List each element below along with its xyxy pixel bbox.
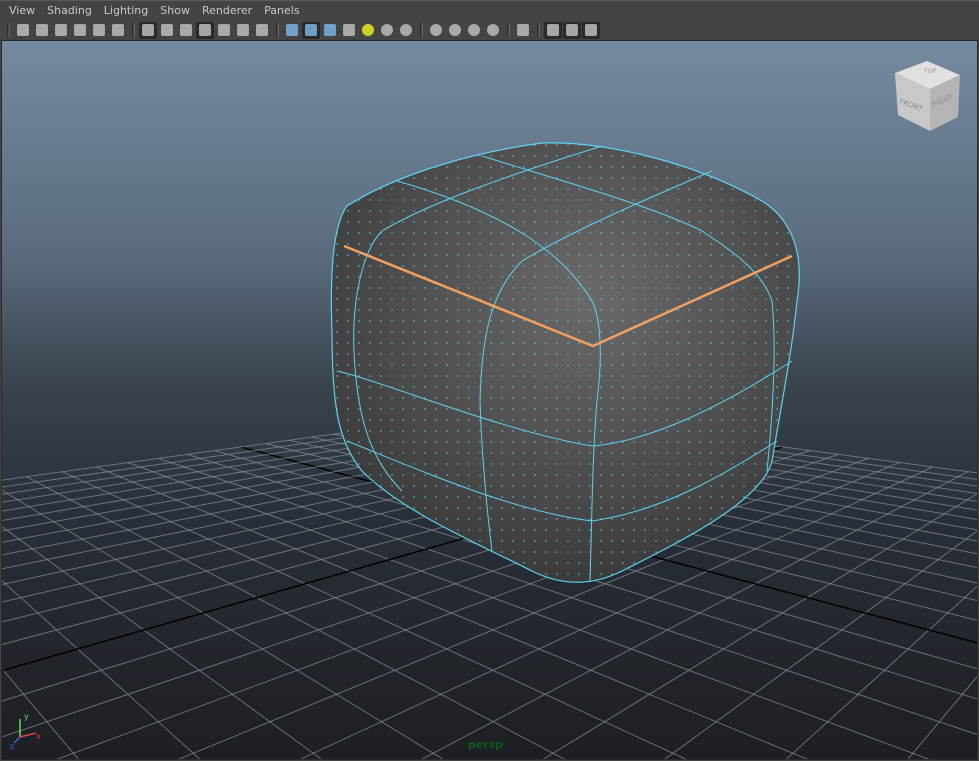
select-camera-button[interactable] xyxy=(14,22,32,39)
menu-show[interactable]: Show xyxy=(155,4,195,17)
multisample-aa-button[interactable] xyxy=(446,22,464,39)
viewcube-top-label: TOP xyxy=(923,68,936,75)
textured-icon xyxy=(343,24,355,36)
bookmarks-icon xyxy=(55,24,67,36)
menu-renderer[interactable]: Renderer xyxy=(197,4,257,17)
toolbar-separator xyxy=(276,23,279,37)
xray-active-components-button[interactable] xyxy=(563,21,581,39)
axis-indicator: y x z xyxy=(10,712,41,749)
motion-blur-icon xyxy=(430,24,442,36)
camera-attributes-icon xyxy=(36,24,48,36)
grease-pencil-button[interactable] xyxy=(109,22,127,39)
xray-joints-button[interactable] xyxy=(582,21,600,39)
isolate-select-button[interactable] xyxy=(514,22,532,39)
3d-viewport[interactable]: TOP FRONT RIGHT y x z persp xyxy=(1,40,978,760)
scene xyxy=(2,142,977,759)
grid-line xyxy=(2,489,444,759)
screen-space-ao-button[interactable] xyxy=(397,22,415,39)
resolution-gate-icon xyxy=(180,24,192,36)
toolbar-separator xyxy=(420,23,423,37)
safe-title-icon xyxy=(256,24,268,36)
xray-icon xyxy=(547,24,559,36)
field-chart-icon xyxy=(218,24,230,36)
screen-space-ao-icon xyxy=(400,24,412,36)
toolbar-separator xyxy=(132,23,135,37)
xray-active-components-icon xyxy=(566,24,578,36)
menu-bar: View Shading Lighting Show Renderer Panels xyxy=(0,0,979,20)
toolbar-separator xyxy=(507,23,510,37)
shadows-button[interactable] xyxy=(378,22,396,39)
hardware-fog-icon xyxy=(487,24,499,36)
use-all-lights-button[interactable] xyxy=(359,22,377,39)
wireframe-icon xyxy=(286,24,298,36)
grid-icon xyxy=(142,24,154,36)
smooth-shade-icon xyxy=(305,24,317,36)
film-gate-icon xyxy=(161,24,173,36)
toolbar-separator xyxy=(7,23,10,37)
grid-button[interactable] xyxy=(139,21,157,39)
grid-line xyxy=(907,676,977,759)
image-plane-icon xyxy=(74,24,86,36)
xray-button[interactable] xyxy=(544,21,562,39)
2d-pan-zoom-button[interactable] xyxy=(90,22,108,39)
shadows-icon xyxy=(381,24,393,36)
camera-name-label: persp xyxy=(468,738,504,751)
toolbar-separator xyxy=(537,23,540,37)
menu-shading[interactable]: Shading xyxy=(42,4,97,17)
bookmarks-button[interactable] xyxy=(52,22,70,39)
menu-panels[interactable]: Panels xyxy=(259,4,304,17)
gate-mask-icon xyxy=(199,24,211,36)
isolate-select-icon xyxy=(517,24,529,36)
camera-attributes-button[interactable] xyxy=(33,22,51,39)
smooth-shade-button[interactable] xyxy=(302,21,320,39)
use-all-lights-icon xyxy=(362,24,374,36)
select-camera-icon xyxy=(17,24,29,36)
multisample-aa-icon xyxy=(449,24,461,36)
wireframe-on-shaded-icon xyxy=(324,24,336,36)
menu-lighting[interactable]: Lighting xyxy=(99,4,153,17)
depth-of-field-button[interactable] xyxy=(465,22,483,39)
grid-line xyxy=(2,526,322,759)
grid-line xyxy=(785,585,977,759)
resolution-gate-button[interactable] xyxy=(177,22,195,39)
2d-pan-zoom-icon xyxy=(93,24,105,36)
field-chart-button[interactable] xyxy=(215,22,233,39)
hardware-fog-button[interactable] xyxy=(484,22,502,39)
xray-joints-icon xyxy=(585,24,597,36)
film-gate-button[interactable] xyxy=(158,22,176,39)
axis-z-label: z xyxy=(10,742,14,749)
safe-title-button[interactable] xyxy=(253,22,271,39)
wireframe-button[interactable] xyxy=(283,22,301,39)
grease-pencil-icon xyxy=(112,24,124,36)
axis-y-label: y xyxy=(24,712,29,721)
safe-action-button[interactable] xyxy=(234,22,252,39)
motion-blur-button[interactable] xyxy=(427,22,445,39)
view-cube[interactable]: TOP FRONT RIGHT xyxy=(890,59,965,139)
image-plane-button[interactable] xyxy=(71,22,89,39)
safe-action-icon xyxy=(237,24,249,36)
menu-view[interactable]: View xyxy=(4,4,40,17)
panel-toolbar xyxy=(0,20,979,40)
gate-mask-button[interactable] xyxy=(196,21,214,39)
textured-button[interactable] xyxy=(340,22,358,39)
axis-x-label: x xyxy=(36,732,41,741)
wireframe-on-shaded-button[interactable] xyxy=(321,22,339,39)
depth-of-field-icon xyxy=(468,24,480,36)
